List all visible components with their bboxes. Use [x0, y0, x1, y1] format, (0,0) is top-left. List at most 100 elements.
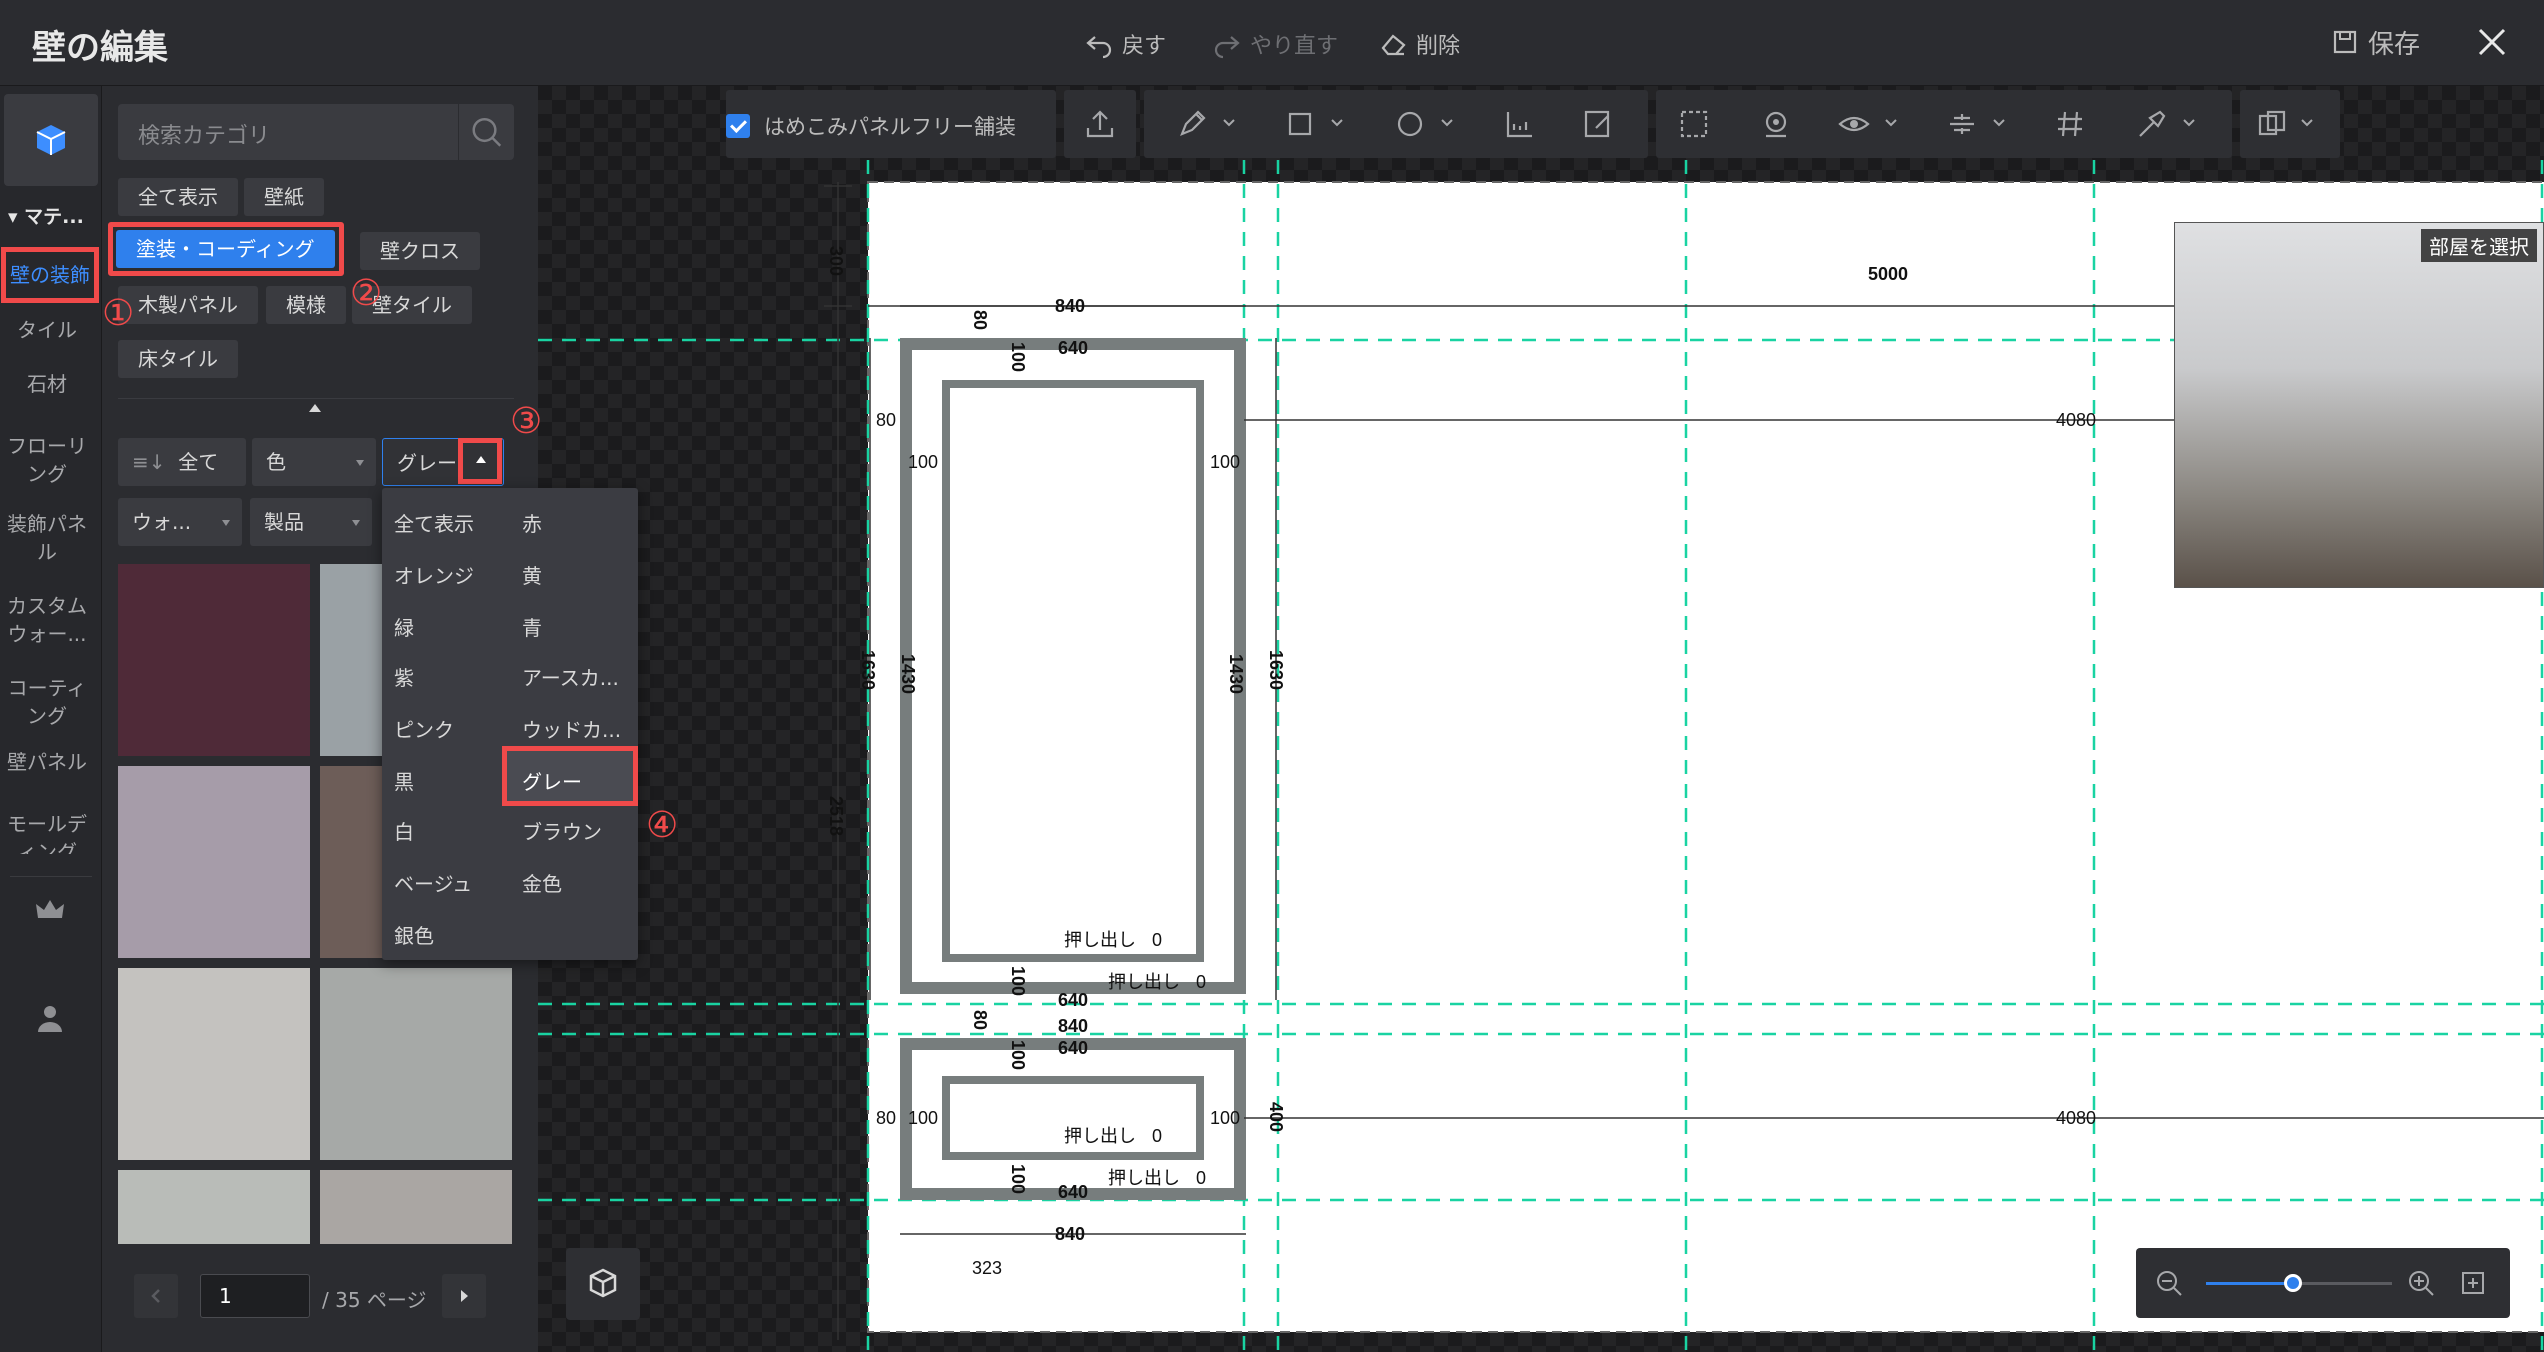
category-wall-cloth[interactable]: 壁クロス [360, 232, 480, 270]
color-option-blue[interactable]: 青 [522, 612, 542, 641]
color-option-purple[interactable]: 紫 [394, 662, 414, 691]
color-option-white[interactable]: 白 [394, 816, 414, 845]
fit-view-icon[interactable] [2458, 1268, 2488, 1298]
chevron-down-icon[interactable] [1440, 118, 1454, 128]
chevron-down-icon[interactable] [2300, 118, 2314, 128]
delete-label: 削除 [1416, 34, 1461, 59]
chevron-down-icon[interactable] [1222, 118, 1236, 128]
category-show-all[interactable]: 全て表示 [118, 178, 238, 216]
nav-item-flooring[interactable]: フローリング [0, 432, 94, 488]
checkbox-checked-icon[interactable] [726, 114, 750, 138]
color-select-toggle[interactable] [458, 438, 502, 484]
type-select[interactable]: ウォ... [118, 498, 242, 546]
nav-item-coating[interactable]: コーティング [0, 674, 94, 730]
color-filter-text: 色 [266, 450, 286, 474]
chevron-down-icon[interactable] [2182, 118, 2196, 128]
crown-icon[interactable] [32, 892, 68, 928]
pen-tool-button[interactable] [1172, 104, 1212, 144]
chevron-down-icon [222, 520, 230, 526]
color-option-beige[interactable]: ベージュ [394, 868, 472, 897]
nav-item-wall-decoration[interactable]: 壁の装飾 [1, 247, 99, 303]
redo-button[interactable]: やり直す [1212, 26, 1338, 62]
prev-page-button[interactable] [134, 1274, 178, 1318]
dimension-label: 80 [876, 1108, 896, 1128]
grid-tool-button[interactable] [2050, 104, 2090, 144]
visibility-button[interactable] [1834, 104, 1874, 144]
nav-item-custom-wall[interactable]: カスタムウォー... [0, 592, 94, 648]
search-icon[interactable] [458, 104, 514, 160]
dimension-label: 押し出し [1064, 930, 1136, 950]
material-swatch[interactable] [118, 968, 310, 1160]
close-icon[interactable] [2470, 20, 2514, 64]
next-page-button[interactable] [442, 1274, 486, 1318]
material-swatch[interactable] [320, 1170, 512, 1244]
nav-section-materials[interactable]: ▾ マテ... [8, 202, 84, 229]
delete-button[interactable]: 削除 [1378, 26, 1460, 62]
product-select[interactable]: 製品 [250, 498, 372, 546]
material-swatch[interactable] [118, 766, 310, 958]
color-option-gold[interactable]: 金色 [522, 868, 562, 897]
chevron-down-icon[interactable] [1330, 118, 1344, 128]
material-swatch[interactable] [118, 1170, 310, 1244]
copy-tool-button[interactable] [2252, 104, 2292, 144]
rectangle-tool-button[interactable] [1280, 104, 1320, 144]
color-filter-label[interactable]: 色 [252, 438, 376, 486]
collapse-up-icon[interactable] [309, 404, 321, 412]
color-option-all[interactable]: 全て表示 [394, 508, 474, 537]
materials-tab[interactable] [4, 94, 98, 186]
category-pattern[interactable]: 模様 [266, 286, 346, 324]
color-option-red[interactable]: 赤 [522, 508, 542, 537]
view-3d-button[interactable] [566, 1248, 640, 1320]
zoom-slider-handle[interactable] [2284, 1274, 2302, 1292]
upload-button[interactable] [1080, 104, 1120, 144]
nav-item-molding[interactable]: モールディング [0, 810, 94, 854]
free-paving-checkbox[interactable]: はめこみパネルフリー舗装 [726, 92, 1016, 160]
sort-button[interactable]: ≡↓ 全て [118, 438, 246, 486]
measure-tool-button[interactable] [1500, 104, 1540, 144]
category-wood-panel[interactable]: 木製パネル [118, 286, 258, 324]
category-floor-tile[interactable]: 床タイル [118, 340, 238, 378]
select-area-button[interactable] [1674, 104, 1714, 144]
dimension-label: 100 [1008, 966, 1028, 996]
color-option-pink[interactable]: ピンク [394, 714, 454, 743]
color-option-orange[interactable]: オレンジ [394, 560, 474, 589]
zoom-in-icon[interactable] [2406, 1268, 2436, 1298]
nav-item-tile[interactable]: タイル [0, 316, 94, 344]
color-option-silver[interactable]: 銀色 [394, 920, 434, 949]
wall-canvas[interactable]: 5000 5000 840 640 640 840 640 640 840 40… [538, 86, 2544, 1352]
nav-item-wall-panel[interactable]: 壁パネル [0, 748, 94, 776]
dimension-label: 100 [1210, 1108, 1240, 1128]
chevron-down-icon[interactable] [1992, 118, 2006, 128]
edit-panel-button[interactable] [1578, 104, 1618, 144]
paint-tool-button[interactable] [2132, 104, 2172, 144]
color-option-earth[interactable]: アースカ... [522, 662, 619, 691]
color-option-gray[interactable]: グレー [522, 766, 582, 795]
material-swatch[interactable] [320, 968, 512, 1160]
color-option-yellow[interactable]: 黄 [522, 560, 542, 589]
circle-tool-button[interactable] [1390, 104, 1430, 144]
category-wallpaper[interactable]: 壁紙 [244, 178, 324, 216]
page-input[interactable]: 1 [200, 1274, 310, 1318]
align-tool-button[interactable] [1942, 104, 1982, 144]
zoom-slider-fill [2206, 1282, 2292, 1285]
color-option-black[interactable]: 黒 [394, 766, 414, 795]
dimension-label: 300 [826, 246, 846, 276]
color-option-wood[interactable]: ウッドカ... [522, 714, 621, 743]
room-preview[interactable]: 部屋を選択 [2174, 222, 2544, 588]
location-tool-button[interactable] [1756, 104, 1796, 144]
chevron-down-icon[interactable] [1884, 118, 1898, 128]
nav-item-stone[interactable]: 石材 [0, 370, 94, 398]
user-icon[interactable] [32, 1000, 68, 1036]
color-option-green[interactable]: 緑 [394, 612, 414, 641]
save-button[interactable]: 保存 [2330, 24, 2420, 60]
color-option-brown[interactable]: ブラウン [522, 816, 602, 845]
category-paint-coating[interactable]: 塗装・コーディング [116, 230, 335, 268]
undo-button[interactable]: 戻す [1084, 26, 1166, 62]
select-room-label[interactable]: 部屋を選択 [2421, 229, 2537, 262]
search-field[interactable]: 検索カテゴリ [118, 104, 514, 160]
nav-item-decor-panel[interactable]: 装飾パネル [0, 510, 94, 566]
material-swatch[interactable] [118, 564, 310, 756]
zoom-out-icon[interactable] [2154, 1268, 2184, 1298]
left-nav: ▾ マテ... 壁の装飾 タイル 石材 フローリング 装飾パネル カスタムウォー… [0, 86, 102, 1352]
chevron-left-icon [151, 1289, 160, 1303]
